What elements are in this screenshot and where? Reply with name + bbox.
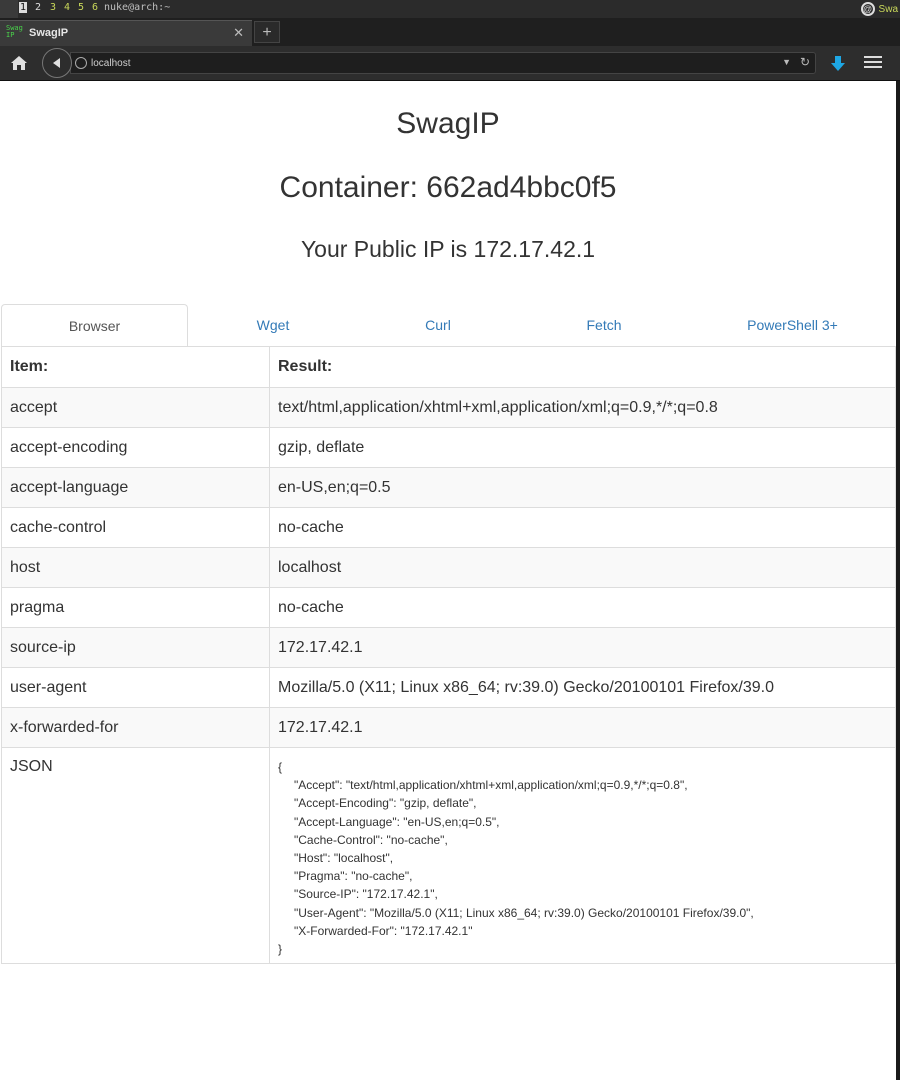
- table-row: user-agent Mozilla/5.0 (X11; Linux x86_6…: [1, 667, 896, 708]
- row-result: no-cache: [269, 507, 896, 548]
- new-tab-button[interactable]: +: [254, 21, 280, 43]
- table-row: host localhost: [1, 547, 896, 588]
- row-item: accept-language: [1, 467, 270, 508]
- table-row: pragma no-cache: [1, 587, 896, 628]
- url-history-dropdown-icon[interactable]: ▼: [782, 57, 791, 67]
- tab-wget[interactable]: Wget: [188, 304, 358, 346]
- wm-right-text: Swa: [878, 3, 898, 15]
- client-tabs: Browser Wget Curl Fetch PowerShell 3+: [1, 304, 895, 347]
- row-result: gzip, deflate: [269, 427, 896, 468]
- json-line: "Accept": "text/html,application/xhtml+x…: [294, 778, 688, 793]
- back-arrow-icon: [53, 58, 60, 68]
- url-input[interactable]: [91, 54, 751, 72]
- swagip-favicon-icon: Swag IP: [6, 24, 23, 39]
- hamburger-menu-icon[interactable]: [864, 56, 882, 70]
- row-item: pragma: [1, 587, 270, 628]
- tab-curl[interactable]: Curl: [358, 304, 518, 346]
- download-icon[interactable]: [828, 54, 848, 74]
- row-item: accept: [1, 387, 270, 428]
- json-line: "Host": "localhost",: [294, 851, 394, 866]
- headers-table: Item: Result: accept text/html,applicati…: [1, 346, 896, 964]
- spiral-icon: @: [860, 2, 875, 16]
- json-line: "Accept-Language": "en-US,en;q=0.5",: [294, 814, 500, 829]
- site-identity-icon[interactable]: [75, 57, 87, 69]
- workspace-3[interactable]: 3: [50, 2, 56, 13]
- row-result: 172.17.42.1: [269, 707, 896, 748]
- tab-powershell[interactable]: PowerShell 3+: [690, 304, 895, 346]
- back-button[interactable]: [42, 48, 72, 78]
- json-block: { "Accept": "text/html,application/xhtml…: [278, 758, 887, 958]
- public-ip-heading: Your Public IP is 172.17.42.1: [300, 236, 596, 262]
- table-row: accept-language en-US,en;q=0.5: [1, 467, 896, 508]
- row-item: host: [1, 547, 270, 588]
- row-result: no-cache: [269, 587, 896, 628]
- workspace-5[interactable]: 5: [78, 2, 84, 13]
- browser-tab-swagip[interactable]: Swag IP SwagIP ✕: [0, 20, 252, 46]
- json-line: "Pragma": "no-cache",: [294, 869, 413, 884]
- workspace-1[interactable]: 1: [19, 2, 28, 13]
- workspace-6[interactable]: 6: [92, 2, 98, 13]
- window-manager-bar: 1 2 3 4 5 6 nuke@arch:~ @ Swa: [0, 0, 900, 18]
- row-item: cache-control: [1, 507, 270, 548]
- home-icon[interactable]: [6, 52, 32, 74]
- wm-window-title: nuke@arch:~: [104, 2, 171, 13]
- json-line: "X-Forwarded-For": "172.17.42.1": [294, 923, 473, 938]
- table-row: cache-control no-cache: [1, 507, 896, 548]
- row-result: en-US,en;q=0.5: [269, 467, 896, 508]
- json-line: "Source-IP": "172.17.42.1",: [294, 887, 438, 902]
- json-line: "User-Agent": "Mozilla/5.0 (X11; Linux x…: [294, 905, 754, 920]
- row-item: source-ip: [1, 627, 270, 668]
- page-title: SwagIP: [396, 107, 500, 140]
- row-result-json: { "Accept": "text/html,application/xhtml…: [269, 747, 896, 964]
- json-line: }: [278, 942, 283, 957]
- tab-fetch[interactable]: Fetch: [518, 304, 690, 346]
- table-row: accept-encoding gzip, deflate: [1, 427, 896, 468]
- row-result: text/html,application/xhtml+xml,applicat…: [269, 387, 896, 428]
- json-line: "Cache-Control": "no-cache",: [294, 832, 448, 847]
- wm-right-area: @ Swa: [860, 0, 900, 18]
- container-heading: Container: 662ad4bbc0f5: [279, 171, 617, 204]
- tab-browser[interactable]: Browser: [1, 304, 188, 347]
- url-bar[interactable]: ▼ ↻: [70, 52, 816, 74]
- row-item: accept-encoding: [1, 427, 270, 468]
- row-result: Mozilla/5.0 (X11; Linux x86_64; rv:39.0)…: [269, 667, 896, 708]
- reload-icon[interactable]: ↻: [800, 55, 810, 69]
- table-row: accept text/html,application/xhtml+xml,a…: [1, 387, 896, 428]
- table-row-json: JSON { "Accept": "text/html,application/…: [1, 747, 896, 964]
- header-item: Item:: [1, 346, 270, 388]
- table-header-row: Item: Result:: [1, 346, 896, 388]
- tab-close-icon[interactable]: ✕: [233, 25, 244, 41]
- browser-nav-bar: ▼ ↻: [0, 46, 900, 81]
- json-line: "Accept-Encoding": "gzip, deflate",: [294, 796, 477, 811]
- web-page: SwagIP Container: 662ad4bbc0f5 Your Publ…: [0, 81, 896, 1080]
- row-result: 172.17.42.1: [269, 627, 896, 668]
- tab-title: SwagIP: [29, 27, 69, 39]
- row-item-json: JSON: [1, 747, 270, 964]
- row-result: localhost: [269, 547, 896, 588]
- header-result: Result:: [269, 346, 896, 388]
- browser-tab-bar: Swag IP SwagIP ✕ +: [0, 18, 900, 47]
- table-row: source-ip 172.17.42.1: [1, 627, 896, 668]
- row-item: x-forwarded-for: [1, 707, 270, 748]
- wm-logo-icon: [0, 0, 18, 18]
- workspace-2[interactable]: 2: [35, 2, 41, 13]
- row-item: user-agent: [1, 667, 270, 708]
- workspace-4[interactable]: 4: [64, 2, 70, 13]
- table-row: x-forwarded-for 172.17.42.1: [1, 707, 896, 748]
- window-edge: [896, 81, 900, 1080]
- json-line: {: [278, 760, 283, 774]
